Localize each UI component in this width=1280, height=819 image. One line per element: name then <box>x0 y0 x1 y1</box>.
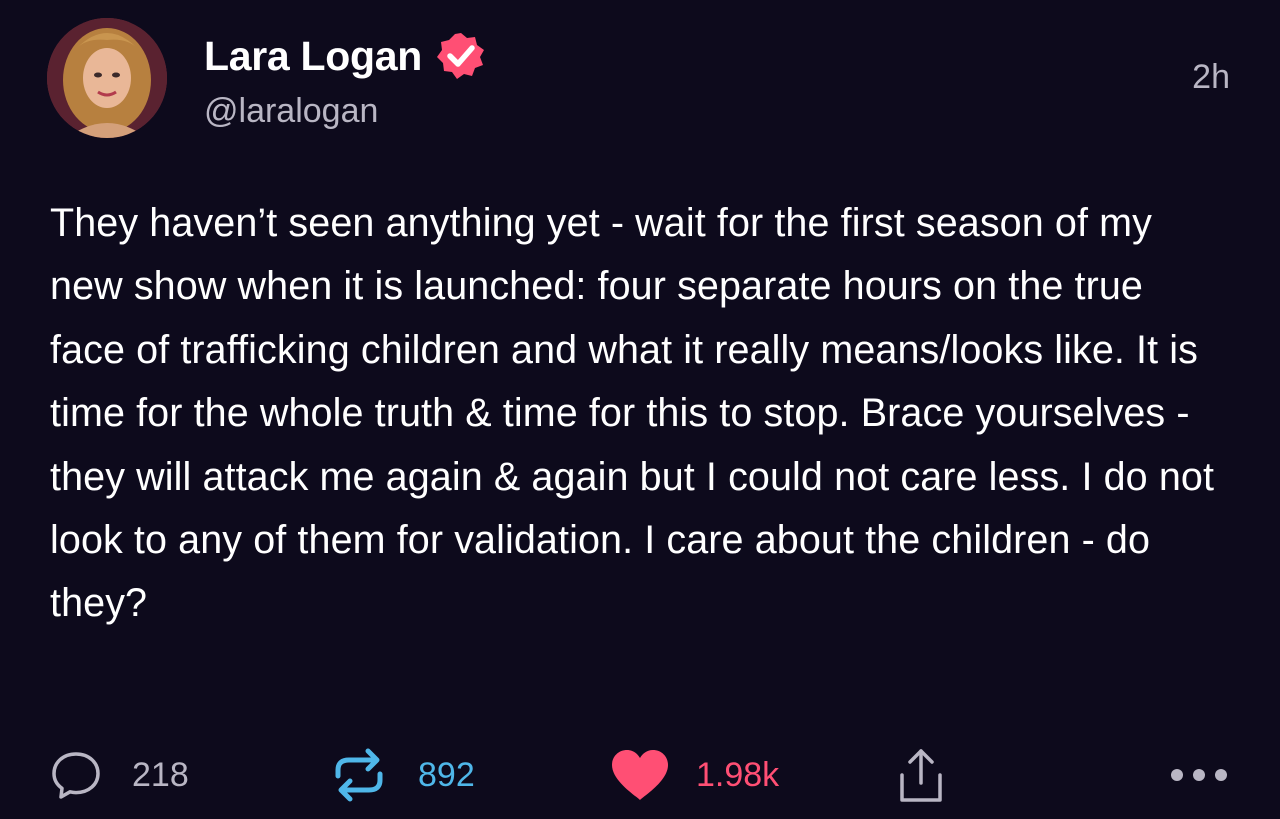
post-body-text: They haven’t seen anything yet - wait fo… <box>50 201 1226 626</box>
repost-button[interactable]: 892 <box>330 740 475 810</box>
action-bar: 218 892 1.98k <box>0 740 1280 810</box>
author-handle[interactable]: @laralogan <box>204 92 378 131</box>
verified-badge-icon <box>436 31 486 81</box>
share-button[interactable] <box>896 740 946 810</box>
avatar[interactable] <box>47 18 167 138</box>
like-count: 1.98k <box>696 755 780 794</box>
speech-bubble-icon <box>52 752 100 799</box>
more-options-button[interactable] <box>1170 740 1228 810</box>
repost-arrows-icon <box>335 748 383 802</box>
like-button[interactable]: 1.98k <box>610 740 779 810</box>
post-timestamp: 2h <box>1192 58 1230 96</box>
more-dots-icon <box>1171 769 1227 781</box>
reply-count: 218 <box>132 755 189 794</box>
post-card: Lara Logan @laralogan 2h They haven’t se… <box>0 0 1280 819</box>
share-upload-icon <box>900 749 942 802</box>
avatar-image <box>47 18 167 138</box>
repost-count: 892 <box>418 755 475 794</box>
heart-icon <box>612 750 668 800</box>
author-name-row: Lara Logan <box>204 30 486 82</box>
author-name[interactable]: Lara Logan <box>204 33 422 80</box>
reply-button[interactable]: 218 <box>50 740 189 810</box>
